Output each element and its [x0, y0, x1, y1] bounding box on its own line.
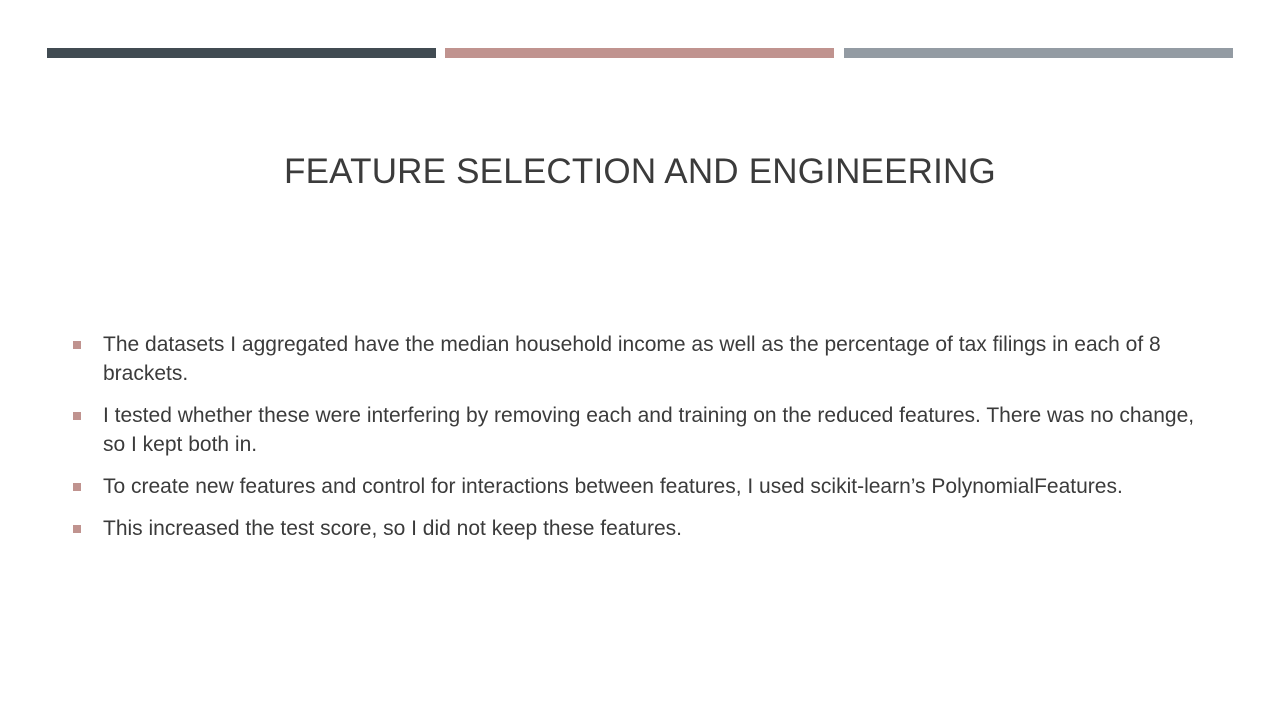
bullet-item: This increased the test score, so I did …: [70, 514, 1210, 543]
accent-bar-rose: [445, 48, 834, 58]
bullet-text: This increased the test score, so I did …: [103, 517, 682, 540]
bullet-text: The datasets I aggregated have the media…: [103, 333, 1161, 385]
bullet-item: The datasets I aggregated have the media…: [70, 330, 1210, 388]
bullet-text: To create new features and control for i…: [103, 475, 1123, 498]
bullet-item: I tested whether these were interfering …: [70, 401, 1210, 459]
square-bullet-icon: [73, 412, 81, 420]
accent-bar-dark: [47, 48, 436, 58]
bullet-list: The datasets I aggregated have the media…: [70, 330, 1210, 556]
bullet-item: To create new features and control for i…: [70, 472, 1210, 501]
slide-title: FEATURE SELECTION AND ENGINEERING: [284, 152, 996, 191]
slide: FEATURE SELECTION AND ENGINEERING The da…: [0, 0, 1280, 720]
square-bullet-icon: [73, 483, 81, 491]
square-bullet-icon: [73, 341, 81, 349]
accent-bar-gray: [844, 48, 1233, 58]
square-bullet-icon: [73, 525, 81, 533]
bullet-text: I tested whether these were interfering …: [103, 404, 1195, 456]
